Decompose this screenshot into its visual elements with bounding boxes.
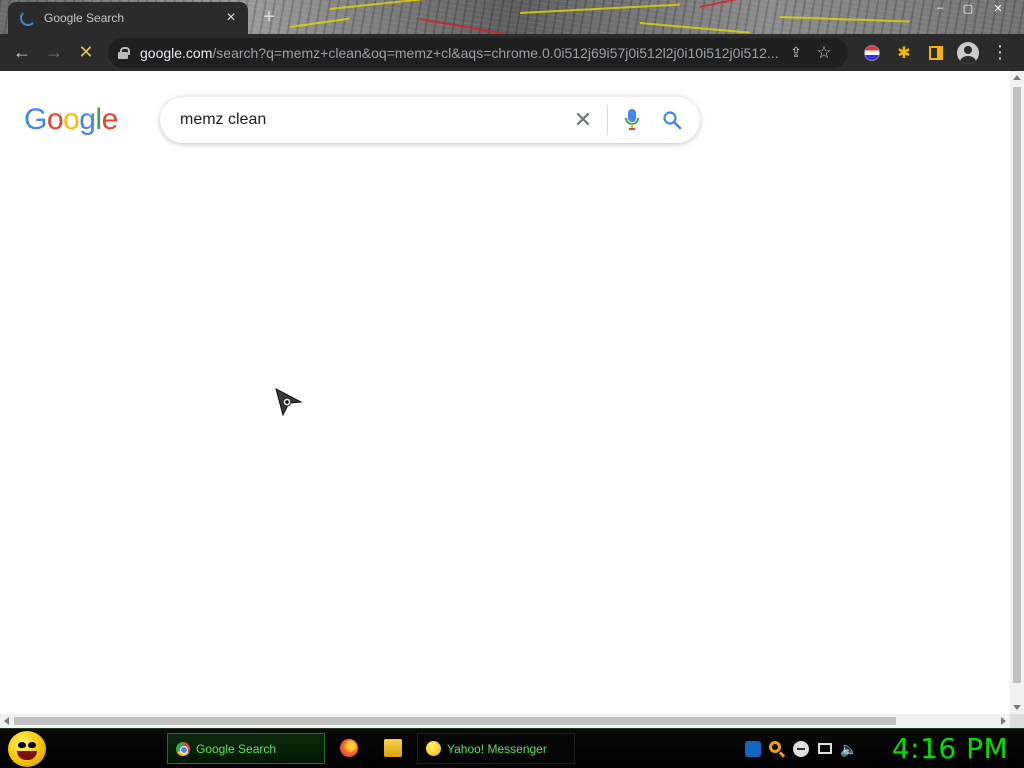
taskbar: Google Search Yahoo! Messenger 🔈 4:16 PM xyxy=(0,728,1024,768)
chrome-icon xyxy=(176,741,190,756)
tab-title: Google Search xyxy=(44,11,125,25)
smiley-eye xyxy=(18,742,26,748)
smiley-eye xyxy=(28,742,36,748)
clear-search-icon[interactable]: ✕ xyxy=(563,100,603,140)
mouse-cursor-icon xyxy=(275,388,303,416)
new-tab-button[interactable]: + xyxy=(258,6,280,29)
search-box[interactable]: ✕ xyxy=(160,97,700,143)
extension-button[interactable] xyxy=(856,37,888,69)
close-window-button[interactable]: ✕ xyxy=(984,0,1012,16)
url-text[interactable]: google.com/search?q=memz+clean&oq=memz+c… xyxy=(140,45,782,61)
logo-letter: o xyxy=(46,103,64,136)
extensions-button[interactable]: ✱ xyxy=(888,37,920,69)
scroll-down-icon[interactable] xyxy=(1013,705,1021,710)
horizontal-scroll-thumb[interactable] xyxy=(14,717,896,725)
browser-tab[interactable]: Google Search × xyxy=(8,2,248,34)
bookmark-star-icon[interactable]: ☆ xyxy=(810,43,838,63)
share-icon[interactable]: ⇪ xyxy=(782,44,810,61)
puzzle-icon: ✱ xyxy=(897,44,911,62)
browser-menu-button[interactable]: ⋮ xyxy=(984,37,1016,69)
vertical-scroll-thumb[interactable] xyxy=(1013,87,1021,683)
flag-extension-icon xyxy=(864,44,880,61)
side-panel-icon xyxy=(929,45,943,60)
profile-button[interactable] xyxy=(952,37,984,69)
search-icon xyxy=(663,111,682,130)
browser-toolbar: ← → ✕ google.com/search?q=memz+clean&oq=… xyxy=(0,34,1024,71)
scroll-right-icon[interactable] xyxy=(1001,717,1006,725)
teamviewer-icon[interactable] xyxy=(745,741,761,757)
stop-loading-button[interactable]: ✕ xyxy=(70,37,102,69)
magnifier-icon[interactable] xyxy=(769,741,781,753)
url-host: google.com xyxy=(140,44,213,61)
yahoo-messenger-icon xyxy=(426,741,441,756)
folder-icon[interactable] xyxy=(384,739,402,757)
address-bar[interactable]: google.com/search?q=memz+clean&oq=memz+c… xyxy=(108,37,848,68)
logo-letter: G xyxy=(24,103,47,136)
lock-icon[interactable] xyxy=(118,46,130,59)
scrollbar-corner xyxy=(1010,714,1024,728)
network-icon[interactable] xyxy=(818,743,832,754)
taskbar-item-label: Yahoo! Messenger xyxy=(447,741,547,756)
avatar xyxy=(957,41,979,64)
maximize-button[interactable]: ▢ xyxy=(954,0,982,16)
loading-spinner-icon xyxy=(20,10,36,26)
scroll-up-icon[interactable] xyxy=(1013,75,1021,80)
logo-letter: g xyxy=(79,103,96,136)
vertical-scrollbar[interactable] xyxy=(1010,71,1024,714)
page-content: Google ✕ xyxy=(0,71,1010,714)
forward-button[interactable]: → xyxy=(38,37,70,69)
minimize-button[interactable]: – xyxy=(926,0,954,16)
url-path: /search?q=memz+clean&oq=memz+cl&aqs=chro… xyxy=(212,44,779,61)
microphone-icon xyxy=(625,109,639,130)
side-panel-button[interactable] xyxy=(920,37,952,69)
taskbar-clock[interactable]: 4:16 PM xyxy=(880,733,1020,765)
horizontal-scrollbar[interactable] xyxy=(0,714,1010,728)
logo-letter: o xyxy=(63,103,80,136)
tab-close-icon[interactable]: × xyxy=(222,9,240,27)
tray-status-icon[interactable] xyxy=(793,741,809,757)
firefox-icon[interactable] xyxy=(340,739,358,757)
logo-letter: e xyxy=(101,103,119,136)
voice-search-button[interactable] xyxy=(612,100,652,140)
taskbar-item-label: Google Search xyxy=(196,741,277,756)
google-logo[interactable]: Google xyxy=(24,105,118,135)
smiley-mouth xyxy=(17,751,37,760)
speaker-icon[interactable]: 🔈 xyxy=(840,741,857,757)
search-input[interactable] xyxy=(180,111,563,129)
start-button[interactable] xyxy=(8,731,46,767)
taskbar-item-chrome[interactable]: Google Search xyxy=(167,733,325,764)
taskbar-item-yahoo-messenger[interactable]: Yahoo! Messenger xyxy=(417,733,575,764)
back-button[interactable]: ← xyxy=(6,37,38,69)
search-divider xyxy=(607,105,608,135)
search-button[interactable] xyxy=(652,100,692,140)
scroll-left-icon[interactable] xyxy=(4,717,9,725)
tab-strip: Google Search × + – ▢ ✕ xyxy=(0,0,1024,34)
